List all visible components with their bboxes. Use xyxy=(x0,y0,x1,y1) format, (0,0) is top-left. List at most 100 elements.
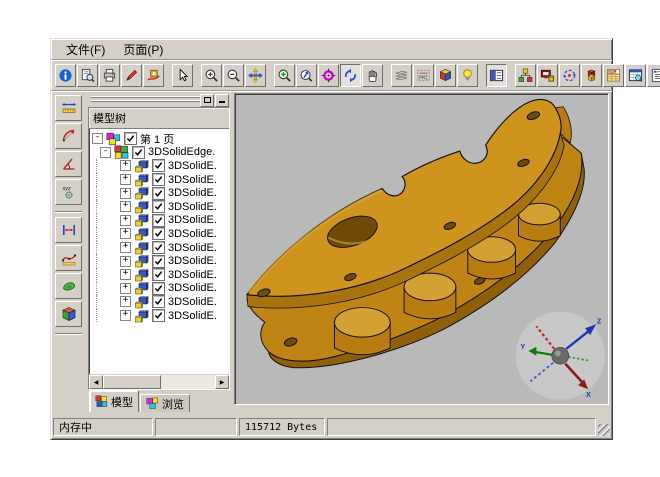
tree-h-scrollbar[interactable]: ◀ ▶ xyxy=(89,374,229,389)
expand-icon[interactable]: + xyxy=(120,242,131,253)
rotate-center-button[interactable] xyxy=(318,64,339,87)
tree-item-page[interactable]: - 第 1 页 xyxy=(92,132,229,146)
explode-button[interactable] xyxy=(581,64,602,87)
tree-item-part[interactable]: + 3DSolidE. xyxy=(92,309,229,323)
tree-item-part[interactable]: + 3DSolidE. xyxy=(92,214,229,228)
print-preview-button[interactable] xyxy=(77,64,98,87)
measure-area-button[interactable] xyxy=(55,273,82,299)
tree-item-part[interactable]: + 3DSolidE. xyxy=(92,241,229,255)
layers-button[interactable] xyxy=(391,64,412,87)
measure-angle-button[interactable] xyxy=(55,151,82,177)
tab-browse[interactable]: 浏览 xyxy=(140,394,190,412)
part-node-icon xyxy=(134,254,149,268)
expand-icon[interactable]: + xyxy=(120,296,131,307)
measure-gap-button[interactable] xyxy=(55,217,82,243)
tab-model[interactable]: 模型 xyxy=(89,390,139,412)
checkbox[interactable] xyxy=(152,255,165,268)
markup-save-button[interactable] xyxy=(143,64,164,87)
checkbox[interactable] xyxy=(152,282,165,295)
pan-hand-button[interactable] xyxy=(362,64,383,87)
expand-icon[interactable]: + xyxy=(120,228,131,239)
collapse-icon[interactable]: - xyxy=(100,147,111,158)
scroll-right-button[interactable]: ▶ xyxy=(215,375,229,389)
measure-coordinate-icon: xyz xyxy=(61,184,77,200)
select-cursor-button[interactable] xyxy=(172,64,193,87)
pmi-button[interactable]: PMI xyxy=(413,64,434,87)
tree-item-part[interactable]: + 3DSolidE. xyxy=(92,282,229,296)
tree-item-part[interactable]: + 3DSolidE. xyxy=(92,200,229,214)
measure-curve-button[interactable] xyxy=(55,245,82,271)
tree-item-part[interactable]: + 3DSolidE. xyxy=(92,173,229,187)
tree-caption: 模型树 xyxy=(89,108,229,129)
browse-tab-icon xyxy=(146,397,159,410)
checkbox[interactable] xyxy=(152,187,165,200)
model-tree-toggle-button[interactable] xyxy=(486,64,507,87)
animation-button[interactable] xyxy=(559,64,580,87)
float-panel-button[interactable] xyxy=(200,94,214,107)
zoom-window-button[interactable] xyxy=(274,64,295,87)
collapse-icon[interactable]: - xyxy=(92,133,103,144)
tree-item-part[interactable]: + 3DSolidE. xyxy=(92,159,229,173)
table-view-button[interactable] xyxy=(625,64,646,87)
part-node-icon xyxy=(134,227,149,241)
expand-icon[interactable]: + xyxy=(120,269,131,280)
resize-grip[interactable] xyxy=(598,424,610,436)
measure-distance-icon xyxy=(61,100,77,116)
measure-distance-button[interactable] xyxy=(55,95,82,121)
scroll-thumb[interactable] xyxy=(103,375,161,389)
measure-radius-button[interactable] xyxy=(55,123,82,149)
expand-icon[interactable]: + xyxy=(120,283,131,294)
checkbox[interactable] xyxy=(152,227,165,240)
view-cube-button[interactable] xyxy=(435,64,456,87)
tree-item-part[interactable]: + 3DSolidE. xyxy=(92,227,229,241)
checkbox[interactable] xyxy=(152,214,165,227)
nav-sphere[interactable]: Z X Y xyxy=(515,311,605,400)
checkbox[interactable] xyxy=(152,309,165,322)
tree-item-part[interactable]: + 3DSolidE. xyxy=(92,295,229,309)
expand-icon[interactable]: + xyxy=(120,256,131,267)
checkbox[interactable] xyxy=(152,173,165,186)
hide-icon xyxy=(219,101,225,103)
outline-view-button[interactable] xyxy=(647,64,660,87)
assembly-structure-button[interactable] xyxy=(515,64,536,87)
tree-item-part[interactable]: + 3DSolidE. xyxy=(92,254,229,268)
zoom-out-button[interactable] xyxy=(223,64,244,87)
measure-volume-button[interactable] xyxy=(55,301,82,327)
tree-item-part[interactable]: + 3DSolidE. xyxy=(92,186,229,200)
checkbox[interactable] xyxy=(124,132,137,145)
checkbox[interactable] xyxy=(152,268,165,281)
tree-item-label: 3DSolidE. xyxy=(168,255,217,267)
model-tree[interactable]: - 第 1 页 - 3DSolidEdge. + 3DSo xyxy=(89,129,229,374)
expand-icon[interactable]: + xyxy=(120,188,131,199)
tree-item-part[interactable]: + 3DSolidE. xyxy=(92,268,229,282)
workstation-button[interactable] xyxy=(537,64,558,87)
expand-icon[interactable]: + xyxy=(120,201,131,212)
tree-item-assembly[interactable]: - 3DSolidEdge. xyxy=(92,146,229,160)
bom-button[interactable]: BOM xyxy=(603,64,624,87)
checkbox[interactable] xyxy=(152,159,165,172)
checkbox[interactable] xyxy=(152,295,165,308)
panel-gripper[interactable] xyxy=(88,93,230,107)
expand-icon[interactable]: + xyxy=(120,310,131,321)
menu-page[interactable]: 页面(P) xyxy=(114,40,172,59)
expand-icon[interactable]: + xyxy=(120,215,131,226)
print-button[interactable] xyxy=(99,64,120,87)
light-button[interactable] xyxy=(457,64,478,87)
menu-file[interactable]: 文件(F) xyxy=(57,40,114,59)
tree-children: + 3DSolidE. + 3DSolidE. + 3DSolidE. + 3D… xyxy=(92,159,229,322)
measure-coordinate-button[interactable]: xyz xyxy=(55,179,82,205)
zoom-dynamic-button[interactable] xyxy=(296,64,317,87)
viewport-3d[interactable]: Z X Y xyxy=(234,93,609,405)
checkbox[interactable] xyxy=(152,200,165,213)
markup-pen-button[interactable] xyxy=(121,64,142,87)
checkbox[interactable] xyxy=(152,241,165,254)
hide-panel-button[interactable] xyxy=(215,94,229,107)
info-button[interactable] xyxy=(55,64,76,87)
expand-icon[interactable]: + xyxy=(120,160,131,171)
pan-move-button[interactable] xyxy=(245,64,266,87)
scroll-left-button[interactable]: ◀ xyxy=(89,375,103,389)
rotate-button[interactable] xyxy=(340,64,361,87)
checkbox[interactable] xyxy=(132,146,145,159)
expand-icon[interactable]: + xyxy=(120,174,131,185)
zoom-in-button[interactable] xyxy=(201,64,222,87)
